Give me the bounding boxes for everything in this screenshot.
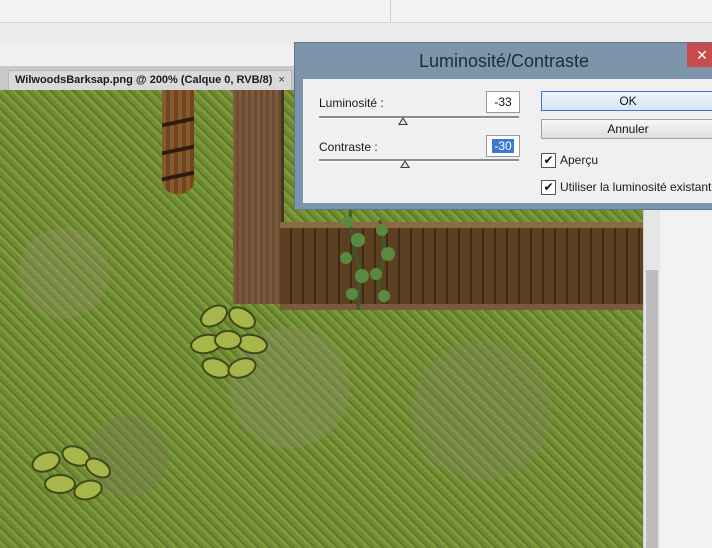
preview-label[interactable]: Aperçu [560, 153, 598, 167]
top-bar-divider [390, 0, 391, 22]
legacy-label[interactable]: Utiliser la luminosité existante [560, 180, 712, 194]
dialog-close-button[interactable]: ✕ [687, 43, 712, 67]
cancel-button[interactable]: Annuler [541, 119, 712, 139]
scrollbar-thumb[interactable] [646, 270, 658, 548]
contraste-value-selected: -30 [492, 139, 514, 153]
document-tab[interactable]: WilwoodsBarksap.png @ 200% (Calque 0, RV… [8, 70, 292, 90]
dialog-body: Luminosité : -33 Contraste : -30 OK Annu… [303, 79, 712, 203]
contraste-label: Contraste : [319, 140, 378, 154]
tree-trunk [162, 90, 194, 194]
luminosite-slider-track[interactable] [319, 116, 519, 119]
brightness-contrast-dialog: Luminosité/Contraste ✕ Luminosité : -33 … [294, 42, 712, 210]
document-tab-title: WilwoodsBarksap.png @ 200% (Calque 0, RV… [15, 74, 273, 86]
preview-checkbox[interactable]: ✔ [541, 153, 556, 168]
side-panel [660, 208, 712, 548]
tab-close-icon[interactable]: × [278, 74, 284, 86]
leafy-plant-small [31, 445, 111, 501]
contraste-slider-track[interactable] [319, 159, 519, 162]
luminosite-label: Luminosité : [319, 96, 384, 110]
vine-image [340, 210, 395, 310]
luminosite-input[interactable]: -33 [486, 91, 520, 113]
luminosite-slider-thumb[interactable] [398, 117, 408, 125]
dialog-title: Luminosité/Contraste [418, 51, 590, 71]
contraste-input[interactable]: -30 [486, 135, 520, 157]
app-top-bar [0, 0, 712, 23]
contraste-slider-thumb[interactable] [400, 160, 410, 168]
leafy-plant [190, 304, 268, 379]
ok-button[interactable]: OK [541, 91, 712, 111]
wooden-post [233, 90, 284, 304]
legacy-checkbox[interactable]: ✔ [541, 180, 556, 195]
